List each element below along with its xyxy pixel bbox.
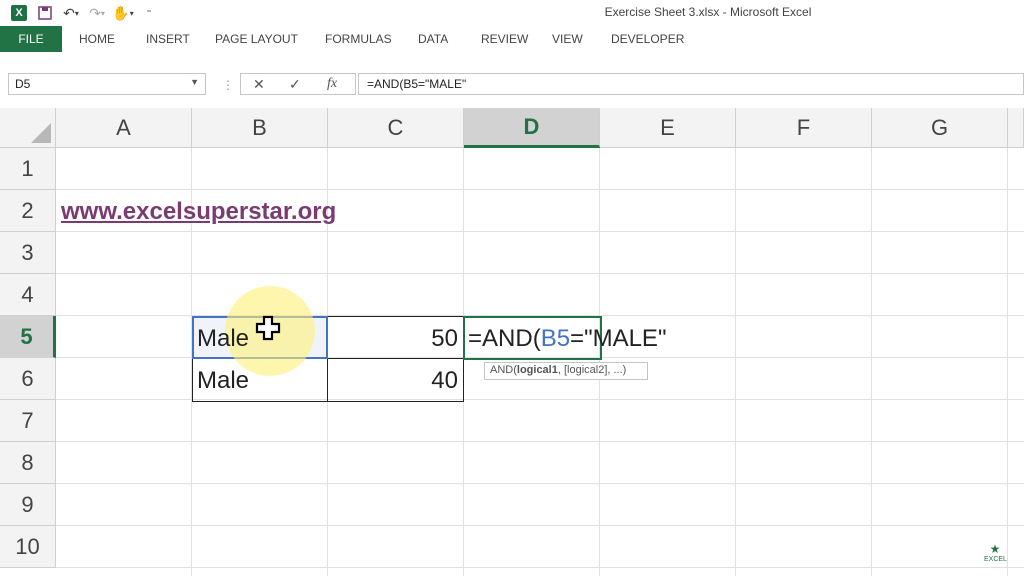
cell-c6[interactable]: 40 <box>328 367 458 395</box>
column-header-f[interactable]: F <box>736 108 872 148</box>
row-header-8[interactable]: 8 <box>0 442 56 484</box>
ribbon-tabs: FILE HOME INSERT PAGE LAYOUT FORMULAS DA… <box>0 26 1024 53</box>
tab-developer[interactable]: DEVELOPER <box>611 32 684 46</box>
name-box[interactable]: D5 ▼ <box>8 73 206 95</box>
more-options-icon[interactable]: ⋮ <box>222 78 234 92</box>
row-header-5[interactable]: 5 <box>0 316 56 358</box>
chevron-down-icon[interactable]: ▼ <box>190 77 199 87</box>
tab-review[interactable]: REVIEW <box>481 32 528 46</box>
formula-reference: B5 <box>540 325 571 352</box>
cell-b5[interactable]: Male <box>197 325 249 353</box>
row-header-9[interactable]: 9 <box>0 484 56 526</box>
row-header-1[interactable]: 1 <box>0 148 56 190</box>
window-title: Exercise Sheet 3.xlsx - Microsoft Excel <box>604 5 812 19</box>
column-header-g[interactable]: G <box>872 108 1008 148</box>
tab-home[interactable]: HOME <box>79 32 115 46</box>
row-header-3[interactable]: 3 <box>0 232 56 274</box>
row-header-7[interactable]: 7 <box>0 400 56 442</box>
enter-icon[interactable]: ✓ <box>289 76 301 93</box>
column-header-b[interactable]: B <box>192 108 328 148</box>
title-bar: X ↶ ▾ ↷ ▾ ✋ ▾ ⁼ Exercise Sheet 3.xlsx - Mic… <box>0 0 1024 26</box>
tab-file[interactable]: FILE <box>0 26 62 52</box>
formula-suffix: ="MALE" <box>570 325 667 352</box>
tab-formulas[interactable]: FORMULAS <box>325 32 392 46</box>
tab-insert[interactable]: INSERT <box>146 32 190 46</box>
tab-page-layout[interactable]: PAGE LAYOUT <box>215 32 298 46</box>
row-header-10[interactable]: 10 <box>0 526 56 568</box>
row-header-2[interactable]: 2 <box>0 190 56 232</box>
watermark-text: EXCEL <box>984 556 1007 563</box>
column-header-e[interactable]: E <box>600 108 736 148</box>
column-header-a[interactable]: A <box>56 108 192 148</box>
cell-a2-link[interactable]: www.excelsuperstar.org <box>61 198 336 226</box>
star-icon: ★ <box>989 542 1001 556</box>
column-header-d[interactable]: D <box>464 108 600 148</box>
formula-input[interactable]: =AND(B5="MALE" <box>358 73 1024 95</box>
column-header-h[interactable] <box>1008 108 1024 148</box>
tooltip-rest: , [logical2], ...) <box>557 364 627 376</box>
cell-b6[interactable]: Male <box>197 367 249 395</box>
tooltip-func: AND( <box>490 364 517 376</box>
formula-buttons: ✕ ✓ fx <box>240 73 356 95</box>
tooltip-current-arg: logical1 <box>516 364 558 376</box>
cell-c5[interactable]: 50 <box>328 325 458 353</box>
cell-d5-editor[interactable]: =AND(B5="MALE" <box>468 325 666 353</box>
name-box-value: D5 <box>15 77 31 91</box>
function-tooltip[interactable]: AND(logical1, [logical2], ...) <box>484 362 648 380</box>
cancel-icon[interactable]: ✕ <box>253 76 265 93</box>
cell-select-cursor-icon <box>255 315 281 341</box>
row-header-4[interactable]: 4 <box>0 274 56 316</box>
row-header-6[interactable]: 6 <box>0 358 56 400</box>
watermark-logo: ★ EXCEL <box>984 542 1007 570</box>
formula-prefix: =AND( <box>468 325 541 352</box>
tab-view[interactable]: VIEW <box>552 32 583 46</box>
column-header-c[interactable]: C <box>328 108 464 148</box>
tab-data[interactable]: DATA <box>418 32 448 46</box>
select-all-button[interactable] <box>0 108 56 148</box>
insert-function-icon[interactable]: fx <box>327 76 337 92</box>
